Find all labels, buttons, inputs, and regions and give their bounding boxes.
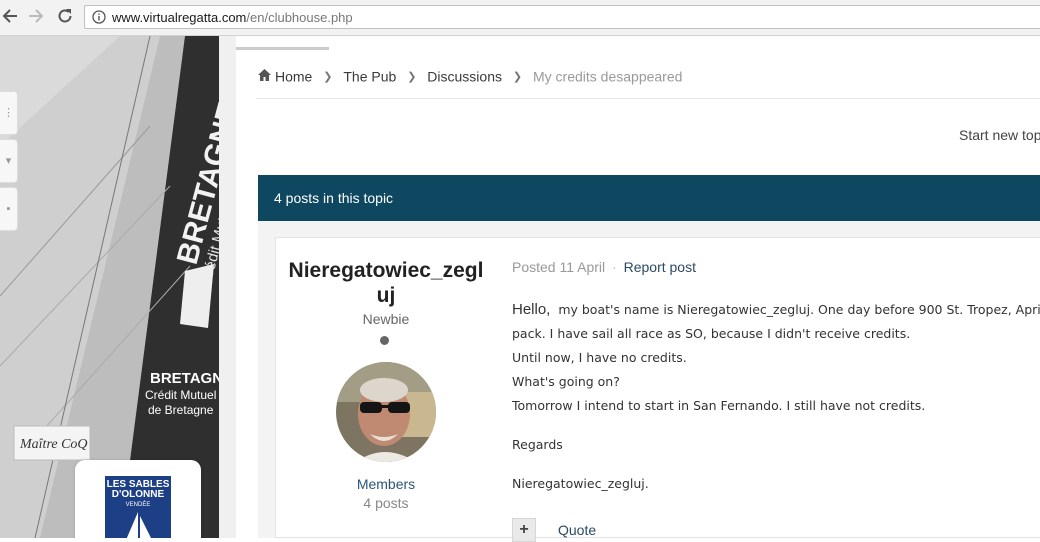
url-path: /en/clubhouse.php — [246, 10, 353, 25]
back-icon[interactable] — [0, 7, 20, 27]
reload-icon[interactable] — [55, 7, 75, 27]
post-line-text: my boat's name is Nieregatowiec_zegluj. … — [558, 302, 1040, 317]
posted-date: Posted 11 April — [512, 259, 606, 275]
online-status-icon — [380, 336, 389, 345]
background-gutter — [219, 36, 236, 538]
author-rank: Newbie — [362, 311, 410, 327]
twitter-icon[interactable]: ▾ — [0, 139, 18, 183]
post-line: Tomorrow I intend to start in San Fernan… — [512, 398, 926, 413]
topic-header-bar: 4 posts in this topic — [258, 175, 1040, 221]
svg-text:Maître CoQ: Maître CoQ — [19, 437, 88, 452]
posts-count-label: 4 posts in this topic — [274, 190, 394, 206]
divider — [256, 98, 1040, 99]
author-group[interactable]: Members — [276, 476, 496, 492]
browser-toolbar: www.virtualregatta.com/en/clubhouse.php — [0, 0, 1040, 36]
address-bar[interactable]: www.virtualregatta.com/en/clubhouse.php — [84, 5, 1040, 29]
post-signature: Nieregatowiec_zegluj. — [512, 476, 649, 491]
svg-text:BRETAGN: BRETAGN — [150, 370, 219, 387]
svg-text:de Bretagne: de Bretagne — [148, 403, 214, 417]
post-content: Hello, my boat's name is Nieregatowiec_z… — [512, 298, 1040, 496]
post-meta: Posted 11 April · Report post — [512, 259, 696, 275]
post-line: Hello, my boat's name is Nieregatowiec_z… — [512, 298, 1040, 322]
breadcrumb-current: My credits desappeared — [533, 68, 683, 85]
social-icon[interactable]: ▪ — [0, 187, 18, 231]
post-greeting: Hello, — [512, 301, 551, 318]
info-icon[interactable] — [92, 10, 106, 24]
share-icon[interactable]: ⋮ — [0, 91, 18, 135]
breadcrumb: Home ❯ The Pub ❯ Discussions ❯ My credit… — [258, 67, 682, 85]
report-post-link[interactable]: Report post — [624, 259, 696, 275]
post-line: What's going on? — [512, 374, 620, 389]
main-content: Home ❯ The Pub ❯ Discussions ❯ My credit… — [236, 36, 1040, 542]
logo-line-2: D'OLONNE — [111, 489, 165, 500]
svg-text:Crédit Mutuel: Crédit Mutuel — [145, 388, 216, 402]
logo-card[interactable]: LES SABLES D'OLONNE VENDÉE — [75, 460, 201, 538]
url-text: www.virtualregatta.com/en/clubhouse.php — [112, 10, 353, 25]
post-card: Nieregatowiec_zegluj Newbie Members 4 po… — [275, 237, 1040, 542]
breadcrumb-home[interactable]: Home — [275, 68, 312, 84]
breadcrumb-the-pub[interactable]: The Pub — [343, 68, 396, 84]
posts-area: Nieregatowiec_zegluj Newbie Members 4 po… — [258, 221, 1040, 542]
post-line: pack. I have sail all race as SO, becaus… — [512, 326, 911, 341]
logo-line-3: VENDÉE — [125, 502, 151, 508]
chevron-right-icon: ❯ — [323, 70, 333, 83]
top-tab-indicator — [236, 47, 329, 50]
chevron-right-icon: ❯ — [407, 70, 417, 83]
breadcrumb-discussions[interactable]: Discussions — [427, 68, 502, 84]
url-host: www.virtualregatta.com — [112, 10, 247, 25]
avatar[interactable] — [336, 362, 436, 462]
chevron-right-icon: ❯ — [512, 70, 523, 83]
author-post-count: 4 posts — [363, 495, 409, 511]
post-regards: Regards — [512, 437, 563, 452]
les-sables-logo: LES SABLES D'OLONNE VENDÉE — [105, 476, 171, 538]
background-panel: BRETAGNE Crédit Mutuel BRETAGN Crédit Mu… — [0, 36, 236, 538]
post-line: Until now, I have no credits. — [512, 350, 687, 365]
author-name[interactable]: Nieregatowiec_zegluj — [286, 258, 486, 308]
multiquote-plus-button[interactable]: + — [512, 518, 536, 542]
meta-separator: · — [612, 259, 617, 275]
forward-icon[interactable] — [26, 7, 46, 27]
quote-button[interactable]: Quote — [558, 522, 596, 538]
home-icon — [258, 69, 271, 81]
start-new-topic-link[interactable]: Start new top — [959, 127, 1040, 143]
sail-logo-icon — [126, 512, 151, 538]
